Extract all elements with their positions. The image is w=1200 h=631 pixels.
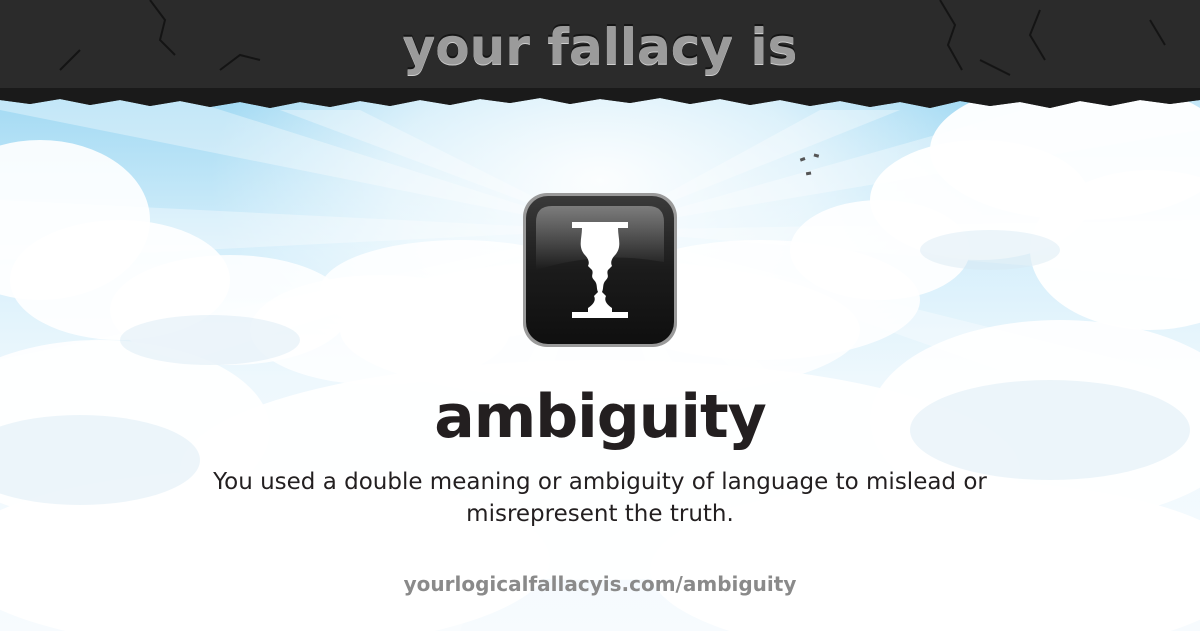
header-title: your fallacy is [402, 18, 798, 76]
fallacy-title: ambiguity [434, 382, 767, 452]
rubin-vase-faces-icon [523, 193, 677, 347]
header-banner: your fallacy is [0, 0, 1200, 110]
fallacy-icon [522, 192, 678, 348]
debris-specks [799, 153, 820, 176]
fallacy-url-link[interactable]: yourlogicalfallacyis.com/ambiguity [0, 572, 1200, 596]
fallacy-description: You used a double meaning or ambiguity o… [213, 469, 987, 527]
